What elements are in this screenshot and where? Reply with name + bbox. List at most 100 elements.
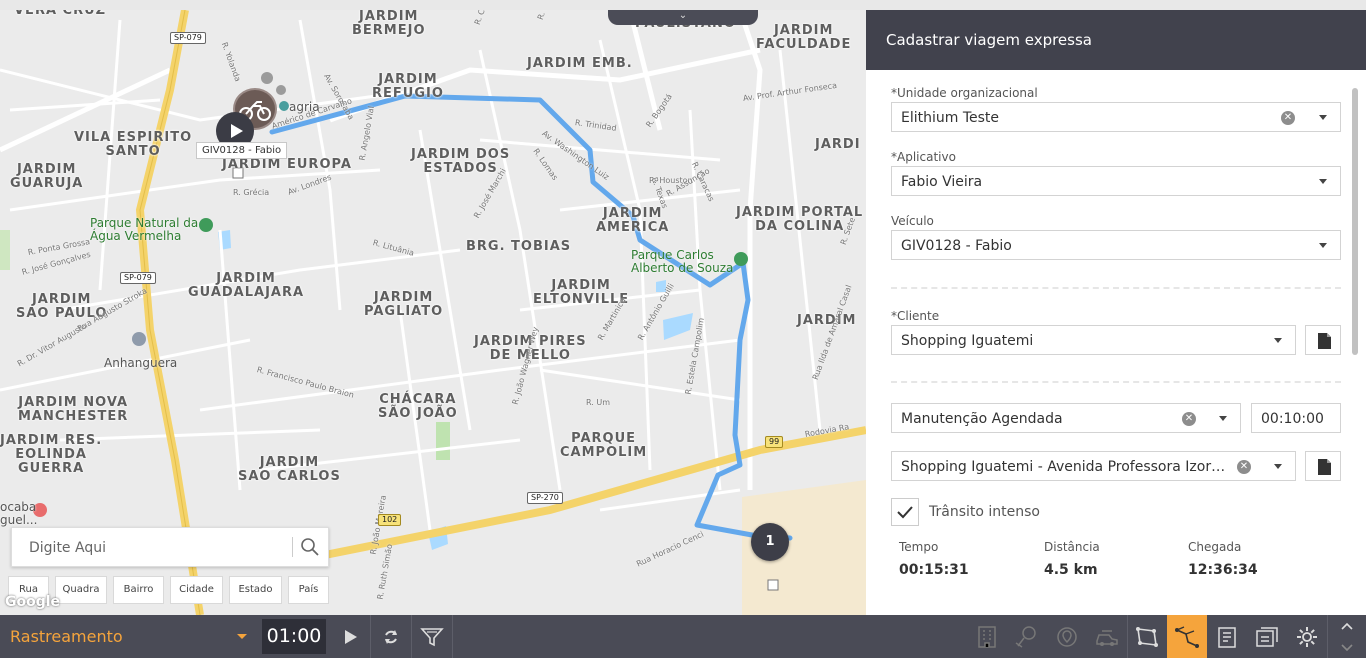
cliente-select[interactable]: Shopping Iguatemi [891,325,1296,355]
report-button[interactable] [1207,615,1247,658]
bottom-toolbar: Rastreamento 01:00 [0,615,1366,658]
veiculo-select[interactable]: GIV0128 - Fabio [891,230,1341,260]
servico-value: Manutenção Agendada [901,411,1063,427]
distancia-value: 4.5 km [1044,562,1098,578]
address-search-box [11,527,329,567]
aplicativo-select[interactable]: Fabio Vieira [891,166,1341,196]
destination-marker[interactable]: 1 [751,523,789,561]
neighborhood-label: JARDIM SAO CARLOS [238,455,341,484]
play-icon [345,629,357,644]
dashboard-button[interactable] [1247,615,1287,658]
aplicativo-label: *Aplicativo [891,150,956,164]
filter-chip-pais[interactable]: País [288,576,329,604]
toolbar-separator [452,615,453,658]
filter-chip-cidade[interactable]: Cidade [170,576,223,604]
chegada-value: 12:36:34 [1188,562,1258,578]
filter-chip-estado[interactable]: Estado [229,576,282,604]
chevron-up-icon [1341,622,1353,630]
vehicle-label: GIV0128 - Fabio [196,142,288,159]
unidade-select[interactable]: Elithium Teste ✕ [891,102,1341,132]
document-icon [1318,459,1331,475]
neighborhood-label: JARDI [815,137,861,152]
road-shield: SP-079 [120,272,156,284]
chevron-down-icon [1219,416,1227,421]
neighborhood-label: VERA CRUZ [14,10,107,18]
transito-checkbox[interactable] [891,498,919,526]
refresh-button[interactable] [371,615,411,658]
route-icon [1175,625,1199,648]
mode-select[interactable]: Rastreamento [0,615,258,658]
poi-label: Parque Carlos Alberto de Souza [631,248,734,275]
neighborhood-label: JARDIM GUADALAJARA [188,271,305,300]
search-icon[interactable] [299,536,321,558]
cliente-value: Shopping Iguatemi [901,333,1034,349]
vehicles-icon [1096,629,1118,646]
address-search-input[interactable] [27,536,286,560]
scroll-down-button[interactable] [1327,637,1366,658]
road-shield: 99 [765,436,784,448]
geofence-icon [1057,626,1077,647]
duracao-value: 00:10:00 [1261,411,1324,427]
chevron-down-icon: ⌄ [678,10,688,21]
poi-label: agria [289,100,320,114]
road-shield: SP-270 [527,492,563,504]
search-divider [292,537,293,557]
vehicles-button[interactable] [1087,615,1127,658]
street-label: R. Grécia [233,188,270,197]
chevron-down-icon [1319,243,1327,248]
poi-label: ocaba guel... [0,500,38,527]
map-view[interactable]: VERA CRUZJARDIMBERMEJOPAULISTANOJARDIMFA… [0,10,866,615]
chevron-down-icon [1341,643,1353,651]
dashboard-icon [1256,626,1278,647]
clear-icon[interactable]: ✕ [1281,111,1295,125]
building-icon [978,625,996,648]
neighborhood-label: JARDIM FACULDADE [756,23,852,52]
client-document-button[interactable] [1305,325,1341,355]
duracao-input[interactable]: 00:10:00 [1251,403,1341,433]
divider [891,381,1341,383]
chegada-label: Chegada [1188,540,1242,554]
neighborhood-label: JARDIM [797,313,857,328]
neighborhood-label: JARDIM GUARUJA [10,162,84,191]
neighborhood-label: VILA ESPIRITO SANTO [74,130,193,159]
settings-button[interactable] [1287,615,1327,658]
panel-title: Cadastrar viagem expressa [886,31,1092,49]
address-document-button[interactable] [1305,451,1341,481]
document-icon [1318,333,1331,349]
clear-icon[interactable]: ✕ [1237,460,1251,474]
endereco-value: Shopping Iguatemi - Avenida Professora I… [901,459,1226,475]
neighborhood-label: JARDIM PAGLIATO [364,290,444,319]
filter-button[interactable] [412,615,452,658]
checkmark-icon [897,506,913,519]
filter-chip-quadra[interactable]: Quadra [55,576,107,604]
scroll-up-button[interactable] [1327,615,1366,636]
route-button[interactable] [1167,615,1207,658]
clear-icon[interactable]: ✕ [1182,412,1196,426]
panel-scrollbar[interactable] [1352,88,1358,355]
map-collapse-tab[interactable]: ⌄ [608,10,758,25]
chevron-down-icon [1274,338,1282,343]
neighborhood-label: BRG. TOBIAS [466,239,572,254]
neighborhood-label: JARDIM EUROPA [222,157,352,172]
veiculo-value: GIV0128 - Fabio [901,238,1012,254]
building-button[interactable] [967,615,1007,658]
cliente-label: *Cliente [891,309,940,323]
filter-icon [420,627,444,646]
neighborhood-label: JARDIM NOVA MANCHESTER [18,395,129,424]
refresh-icon [385,629,397,644]
drone-button[interactable] [1007,615,1047,658]
servico-select[interactable]: Manutenção Agendada ✕ [891,403,1241,433]
play-button[interactable] [330,615,370,658]
neighborhood-label: PARQUE CAMPOLIM [560,431,648,460]
road-shield: SP-079 [170,32,206,44]
geofence-button[interactable] [1047,615,1087,658]
neighborhood-label: JARDIM EMB. [527,56,633,71]
endereco-select[interactable]: Shopping Iguatemi - Avenida Professora I… [891,451,1296,481]
polygon-icon [1136,626,1158,647]
filter-chip-bairro[interactable]: Bairro [113,576,164,604]
tempo-label: Tempo [899,540,939,554]
road-shield: 102 [378,514,402,526]
express-trip-panel: Cadastrar viagem expressa *Unidade organ… [866,10,1366,615]
polygon-button[interactable] [1127,615,1167,658]
neighborhood-label: CHÁCARA SÃO JOÃO [378,392,458,421]
